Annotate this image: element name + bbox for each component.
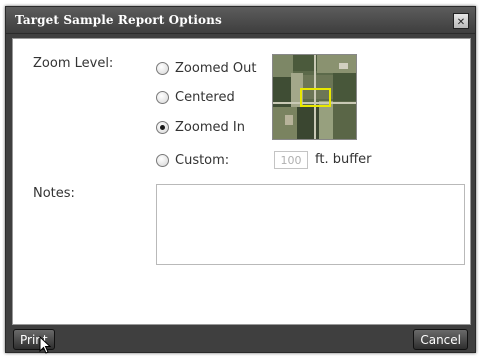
radio-label-custom: Custom: — [175, 152, 230, 168]
radio-button-selected[interactable] — [156, 120, 169, 134]
notes-label: Notes: — [33, 186, 75, 201]
dialog-title: Target Sample Report Options — [15, 13, 222, 27]
report-options-dialog: Target Sample Report Options ✕ Zoom Leve… — [5, 6, 476, 353]
radio-zoomed-out[interactable]: Zoomed Out — [156, 59, 256, 77]
buffer-distance-input[interactable]: 100 — [274, 151, 308, 169]
radio-centered[interactable]: Centered — [156, 88, 235, 106]
aerial-map-thumbnail-icon — [272, 54, 357, 140]
buffer-unit-label: ft. buffer — [315, 152, 372, 167]
dialog-content: Zoom Level: Zoomed Out Centered Zoomed I… — [12, 38, 471, 325]
close-icon: ✕ — [456, 17, 466, 28]
radio-button[interactable] — [156, 90, 169, 104]
close-button[interactable]: ✕ — [453, 13, 469, 29]
dialog-titlebar[interactable]: Target Sample Report Options ✕ — [6, 7, 475, 34]
radio-zoomed-in[interactable]: Zoomed In — [156, 118, 245, 136]
mouse-cursor-icon — [39, 336, 51, 354]
radio-button[interactable] — [156, 61, 169, 75]
radio-button[interactable] — [156, 153, 169, 167]
zoom-level-label: Zoom Level: — [33, 56, 114, 71]
radio-custom[interactable]: Custom: — [156, 151, 229, 169]
radio-label-zoomed-out: Zoomed Out — [175, 60, 257, 76]
radio-label-centered: Centered — [175, 89, 235, 105]
notes-textarea[interactable] — [156, 184, 465, 265]
cancel-button[interactable]: Cancel — [413, 329, 468, 350]
radio-label-zoomed-in: Zoomed In — [175, 119, 245, 135]
